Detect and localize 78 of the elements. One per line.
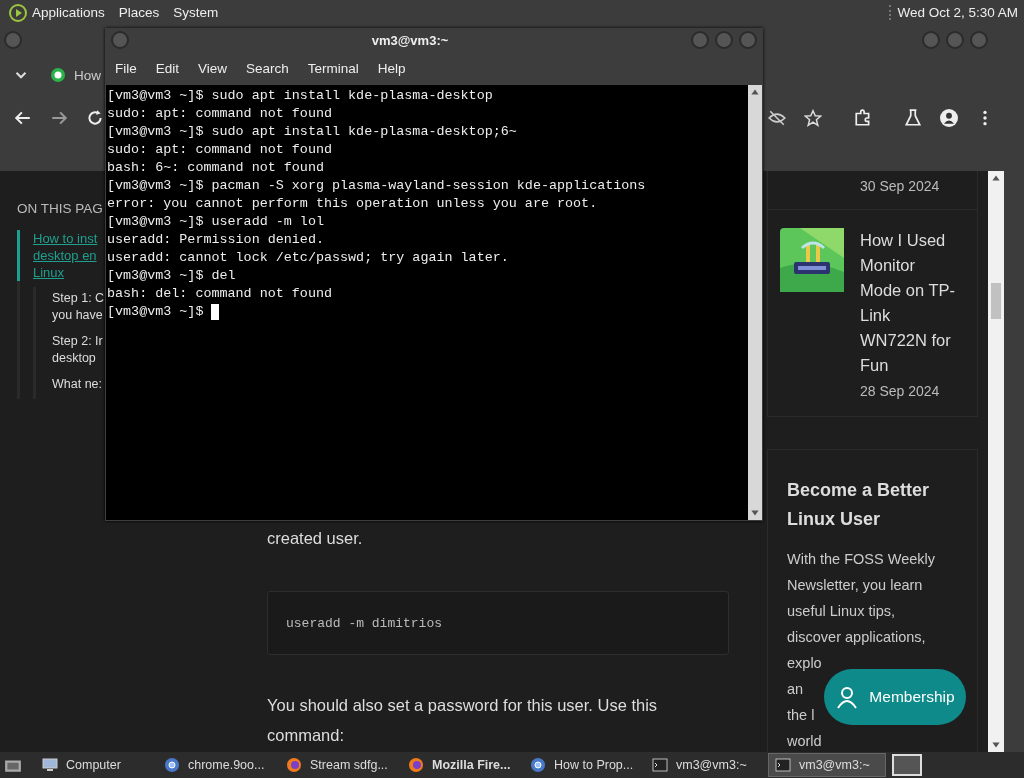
post-card[interactable]: 30 Sep 2024 bbox=[767, 171, 978, 210]
newsletter-text: an bbox=[787, 680, 804, 699]
paragraph: You should also set a password for this user. Use this command: bbox=[267, 695, 659, 746]
toc-link[interactable]: How to inst desktop en Linux bbox=[17, 230, 98, 281]
flame-logo-icon bbox=[408, 757, 424, 773]
terminal-line: [vm3@vm3 ~]$ pacman -S xorg plasma-wayland-session kde-applications bbox=[107, 177, 646, 195]
terminal-line: bash: del: command not found bbox=[107, 285, 332, 303]
terminal-line: [vm3@vm3 ~]$ del bbox=[107, 267, 236, 285]
code-block: useradd -m dimitrios bbox=[267, 591, 729, 655]
toc-heading: ON THIS PAG bbox=[17, 201, 103, 216]
terminal-line: bash: 6~: command not found bbox=[107, 159, 324, 177]
terminal-line: sudo: apt: command not found bbox=[107, 141, 332, 159]
taskbar-item[interactable]: Mozilla Fire... bbox=[402, 753, 520, 777]
terminal-line: useradd: cannot lock /etc/passwd; try again later. bbox=[107, 249, 509, 267]
favicon-icon bbox=[50, 67, 66, 83]
terminal-icon bbox=[775, 757, 791, 773]
newsletter-text: Newsletter, you learn bbox=[787, 576, 923, 595]
forward-icon[interactable] bbox=[50, 109, 68, 127]
toc-link[interactable]: Step 1: C you have bbox=[36, 287, 105, 330]
back-icon[interactable] bbox=[14, 109, 32, 127]
scrollbar[interactable] bbox=[748, 85, 762, 520]
window-title: vm3@vm3:~ bbox=[370, 32, 450, 48]
monitor-icon bbox=[42, 757, 58, 773]
eye-slash-icon[interactable] bbox=[768, 109, 786, 127]
star-icon[interactable] bbox=[804, 109, 822, 127]
taskbar-item[interactable]: vm3@vm3:~ bbox=[646, 753, 764, 777]
newsletter-text: the l bbox=[787, 706, 815, 725]
reload-icon[interactable] bbox=[86, 109, 104, 127]
post-date: 28 Sep 2024 bbox=[860, 382, 941, 401]
newsletter-text: With the FOSS Weekly bbox=[787, 550, 935, 569]
membership-button[interactable]: Membership bbox=[824, 669, 966, 725]
taskbar-item[interactable]: Stream sdfg... bbox=[280, 753, 398, 777]
paragraph: created user. bbox=[267, 528, 364, 549]
cursor bbox=[211, 304, 220, 320]
flame-logo-icon bbox=[286, 757, 302, 773]
terminal-line: [vm3@vm3 ~]$ sudo apt install kde-plasma-desktop bbox=[107, 87, 493, 105]
person-icon bbox=[835, 685, 860, 709]
taskbar-item[interactable]: How to Prop... bbox=[524, 753, 642, 777]
workspace-switcher[interactable] bbox=[892, 754, 922, 776]
menu-item[interactable]: File bbox=[115, 60, 137, 76]
terminal-line: [vm3@vm3 ~]$ sudo apt install kde-plasma-desktop;6~ bbox=[107, 123, 517, 141]
panel-menu[interactable]: Places bbox=[118, 5, 160, 20]
browser-tab[interactable]: How bbox=[50, 67, 101, 83]
menu-item[interactable]: Help bbox=[377, 60, 406, 76]
menu-item[interactable]: Terminal bbox=[307, 60, 359, 76]
post-date: 30 Sep 2024 bbox=[860, 177, 940, 196]
circle-logo-icon bbox=[530, 757, 546, 773]
taskbar-item[interactable]: chrome.9oo... bbox=[158, 753, 276, 777]
terminal-line: sudo: apt: command not found bbox=[107, 105, 332, 123]
terminal-icon bbox=[652, 757, 668, 773]
taskbar-item[interactable]: vm3@vm3:~ bbox=[768, 753, 886, 777]
menu-item[interactable]: Search bbox=[246, 60, 289, 76]
clock[interactable]: Wed Oct 2, 5:30 AM bbox=[889, 5, 1018, 20]
newsletter-heading: Become a Better Linux User bbox=[787, 479, 931, 531]
newsletter-text: world bbox=[787, 732, 822, 751]
terminal-line: useradd: Permission denied. bbox=[107, 231, 324, 249]
terminal-line: [vm3@vm3 ~]$ bbox=[107, 303, 205, 321]
puzzle-icon[interactable] bbox=[854, 109, 872, 127]
post-title[interactable]: How I Used Monitor Mode on TP-Link WN722N for Fun bbox=[860, 228, 956, 378]
toc-link[interactable]: What ne: bbox=[36, 373, 103, 399]
menu-item[interactable]: View bbox=[198, 60, 228, 76]
newsletter-text: discover applications, bbox=[787, 628, 926, 647]
profile-icon[interactable] bbox=[940, 109, 958, 127]
terminal-line: [vm3@vm3 ~]$ useradd -m lol bbox=[107, 213, 324, 231]
taskbar-item[interactable]: Computer bbox=[36, 753, 154, 777]
logo-icon[interactable] bbox=[8, 2, 28, 23]
newsletter-text: explo bbox=[787, 654, 822, 673]
menu-item[interactable]: Edit bbox=[155, 60, 180, 76]
post-card[interactable]: How I Used Monitor Mode on TP-Link WN722N for Fun 28 Sep 2024 bbox=[767, 210, 978, 417]
terminal-line: error: you cannot perform this operation unless you are root. bbox=[107, 195, 598, 213]
newsletter-text: useful Linux tips, bbox=[787, 602, 895, 621]
toc-link[interactable]: Step 2: Ir desktop bbox=[36, 330, 103, 373]
flask-icon[interactable] bbox=[904, 109, 922, 127]
circle-logo-icon bbox=[164, 757, 180, 773]
panel-menu[interactable]: Applications bbox=[32, 5, 105, 20]
panel-menu[interactable]: System bbox=[173, 5, 219, 20]
scrollbar[interactable] bbox=[988, 171, 1004, 752]
scrollbar-thumb[interactable] bbox=[991, 283, 1001, 319]
